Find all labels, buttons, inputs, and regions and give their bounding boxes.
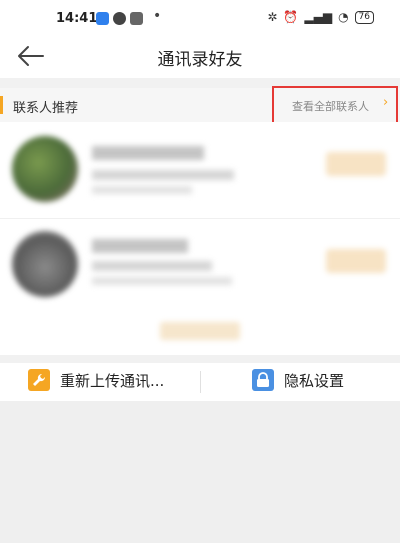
chevron-right-icon[interactable]: › bbox=[383, 95, 388, 110]
battery-icon: 76 bbox=[354, 10, 374, 24]
contact-detail-blurred bbox=[92, 170, 234, 180]
load-more-area bbox=[0, 314, 400, 355]
wifi-icon: ◔ bbox=[338, 10, 349, 24]
status-right-icons: ✲ ⏰ ▂▄▆ ◔ 76 bbox=[267, 10, 374, 24]
header-accent-bar bbox=[0, 96, 3, 114]
status-bar: 14:41 • ✲ ⏰ ▂▄▆ ◔ 76 bbox=[0, 0, 400, 36]
page-title: 通讯录好友 bbox=[157, 50, 243, 70]
contact-name-blurred bbox=[92, 146, 204, 160]
wrench-icon bbox=[28, 369, 50, 391]
app-gallery-icon bbox=[130, 12, 143, 25]
add-friend-button[interactable] bbox=[326, 249, 386, 273]
contact-card[interactable] bbox=[0, 122, 400, 218]
contact-detail-blurred bbox=[92, 277, 232, 285]
status-app-icons bbox=[96, 12, 143, 25]
lock-icon bbox=[252, 369, 274, 391]
empty-area bbox=[0, 401, 400, 543]
section-divider bbox=[0, 355, 400, 363]
add-friend-button[interactable] bbox=[326, 152, 386, 176]
reupload-contacts-button[interactable]: 重新上传通讯... bbox=[28, 369, 164, 391]
contact-avatar bbox=[12, 136, 78, 202]
app-blue-icon bbox=[96, 12, 109, 25]
contact-detail-blurred bbox=[92, 186, 192, 194]
notification-dot-icon: • bbox=[153, 8, 162, 24]
contact-card[interactable] bbox=[0, 218, 400, 315]
alarm-icon: ⏰ bbox=[283, 10, 299, 24]
nav-bar: 通讯录好友 bbox=[0, 36, 400, 78]
action-divider bbox=[200, 371, 201, 393]
contact-avatar bbox=[12, 231, 78, 297]
status-time: 14:41 bbox=[56, 11, 98, 26]
contact-detail-blurred bbox=[92, 261, 212, 271]
section-title: 联系人推荐 bbox=[13, 101, 79, 116]
bottom-action-bar: 重新上传通讯... 隐私设置 bbox=[0, 363, 400, 401]
signal-icon: ▂▄▆ bbox=[304, 10, 333, 24]
contact-name-blurred bbox=[92, 239, 188, 253]
reupload-contacts-label: 重新上传通讯... bbox=[60, 371, 165, 390]
bluetooth-off-icon: ✲ bbox=[267, 10, 278, 24]
privacy-settings-label: 隐私设置 bbox=[284, 371, 345, 390]
privacy-settings-button[interactable]: 隐私设置 bbox=[252, 369, 344, 391]
see-all-contacts-link[interactable]: 查看全部联系人 bbox=[292, 98, 369, 114]
load-more-button[interactable] bbox=[160, 322, 240, 340]
app-dark-icon bbox=[113, 12, 126, 25]
